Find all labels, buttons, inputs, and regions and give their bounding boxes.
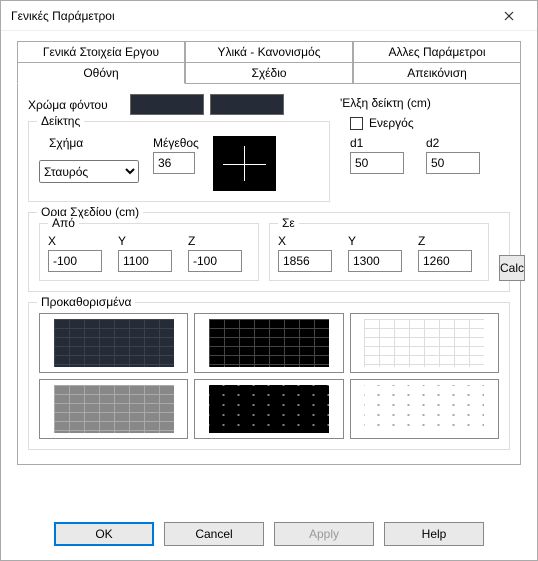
calc-button[interactable]: Calc xyxy=(499,255,525,281)
d2-input[interactable] xyxy=(426,152,480,174)
tab-display[interactable]: Απεικόνιση xyxy=(353,63,521,84)
from-z-label: Z xyxy=(188,234,242,248)
preset-2[interactable] xyxy=(194,313,343,373)
tab-screen[interactable]: Οθόνη xyxy=(17,63,185,84)
to-x-input[interactable] xyxy=(278,250,332,272)
tab-drawing[interactable]: Σχέδιο xyxy=(185,63,353,84)
help-button[interactable]: Help xyxy=(384,522,484,546)
tab-general[interactable]: Γενικά Στοιχεία Εργου xyxy=(17,41,185,63)
to-label: Σε xyxy=(278,216,299,230)
shape-label: Σχήμα xyxy=(49,136,139,150)
d1-input[interactable] xyxy=(350,152,404,174)
ok-button[interactable]: OK xyxy=(54,522,154,546)
snap-active-checkbox[interactable] xyxy=(350,117,363,130)
dialog-button-row: OK Cancel Apply Help xyxy=(1,512,537,560)
preset-1[interactable] xyxy=(39,313,188,373)
pointer-group: Δείκτης Σχήμα Σταυρός Μέγεθος xyxy=(28,121,330,202)
from-group: Από X Y Z xyxy=(39,223,259,281)
to-group: Σε X Y Z xyxy=(269,223,489,281)
dialog-content: Γενικά Στοιχεία Εργου Υλικά - Κανονισμός… xyxy=(1,31,537,512)
pointer-group-label: Δείκτης xyxy=(37,114,84,128)
cursor-preview xyxy=(213,136,276,191)
tab-materials[interactable]: Υλικά - Κανονισμός xyxy=(185,41,353,63)
from-x-label: X xyxy=(48,234,102,248)
preset-5[interactable] xyxy=(194,379,343,439)
to-z-label: Z xyxy=(418,234,472,248)
snap-group-label: 'Ελξη δείκτη (cm) xyxy=(340,96,431,110)
to-x-label: X xyxy=(278,234,332,248)
close-icon[interactable] xyxy=(489,2,529,30)
preset-3[interactable] xyxy=(350,313,499,373)
tabs-row-1: Γενικά Στοιχεία Εργου Υλικά - Κανονισμός… xyxy=(17,41,521,63)
presets-group: Προκαθορισμένα xyxy=(28,302,510,450)
shape-select[interactable]: Σταυρός xyxy=(39,160,139,183)
from-x-input[interactable] xyxy=(48,250,102,272)
bgcolor-label: Χρώμα φόντου xyxy=(28,98,108,112)
window-title: Γενικές Παράμετροι xyxy=(11,9,489,23)
tab-other[interactable]: Αλλες Παράμετροι xyxy=(353,41,521,63)
from-z-input[interactable] xyxy=(188,250,242,272)
from-y-input[interactable] xyxy=(118,250,172,272)
to-z-input[interactable] xyxy=(418,250,472,272)
bgcolor-swatch-2[interactable] xyxy=(210,94,284,115)
preset-6[interactable] xyxy=(350,379,499,439)
to-y-input[interactable] xyxy=(348,250,402,272)
preset-4[interactable] xyxy=(39,379,188,439)
to-y-label: Y xyxy=(348,234,402,248)
bgcolor-swatch-1[interactable] xyxy=(130,94,204,115)
d1-label: d1 xyxy=(350,136,404,150)
from-label: Από xyxy=(48,216,79,230)
size-label: Μέγεθος xyxy=(153,136,199,150)
snap-group: 'Ελξη δείκτη (cm) Ενεργός d1 d2 xyxy=(340,94,510,174)
from-y-label: Y xyxy=(118,234,172,248)
size-input[interactable] xyxy=(153,152,195,174)
snap-active-label: Ενεργός xyxy=(369,116,414,130)
d2-label: d2 xyxy=(426,136,480,150)
tab-panel-screen: Χρώμα φόντου Δείκτης Σχήμα Στα xyxy=(17,84,521,465)
titlebar: Γενικές Παράμετροι xyxy=(1,1,537,31)
cancel-button[interactable]: Cancel xyxy=(164,522,264,546)
dialog-window: Γενικές Παράμετροι Γενικά Στοιχεία Εργου… xyxy=(0,0,538,561)
bounds-group: Ορια Σχεδίου (cm) Από X Y xyxy=(28,212,510,292)
apply-button: Apply xyxy=(274,522,374,546)
presets-group-label: Προκαθορισμένα xyxy=(37,295,135,309)
tabs-row-2: Οθόνη Σχέδιο Απεικόνιση xyxy=(17,63,521,84)
